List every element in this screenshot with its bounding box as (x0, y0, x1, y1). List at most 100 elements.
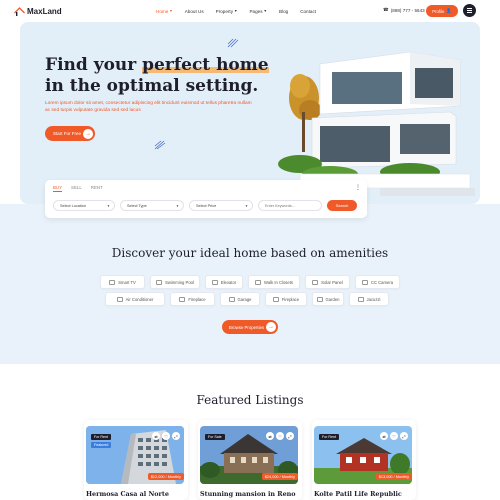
tab-buy[interactable]: BUY (53, 185, 63, 192)
compare-icon[interactable]: ⇄ (266, 432, 274, 440)
listing-card[interactable]: For Sale ⇄ ♡ ⤢ $24,000 / Monthly Stunning … (198, 420, 302, 500)
amenity-chip-cc-camera[interactable]: CC Camera (355, 275, 400, 289)
elevator-icon (211, 279, 218, 285)
decorative-stripes-icon (227, 38, 239, 48)
start-for-free-button[interactable]: Start For Free → (45, 126, 95, 141)
listing-title[interactable]: Stunning mansion in Reno (200, 490, 296, 498)
amenity-chip-walk-in-closets[interactable]: Walk In Closets (248, 275, 300, 289)
cta-label: Start For Free (53, 131, 82, 136)
tv-icon (109, 279, 116, 285)
listing-card[interactable]: For Rent ⇄ ♡ ⤢ $13,000 / Monthly Kolte Pat… (312, 420, 416, 500)
nav-label: Blog (278, 8, 289, 14)
menu-line (467, 8, 472, 10)
main-nav: Home ▼ About Us Property ▼ Pages ▼ Blog Con… (150, 0, 322, 22)
profile-button[interactable]: Profile 👤 (426, 5, 458, 17)
expand-icon[interactable]: ⤢ (286, 432, 294, 440)
keyword-input[interactable]: Enter Keywords... (258, 200, 322, 211)
decorative-plane-icon (154, 140, 166, 150)
browse-properties-button[interactable]: Browse Properties → (222, 320, 278, 334)
highlight-text: perfect home (142, 55, 269, 75)
amenity-chip-elevator[interactable]: Elevator (205, 275, 243, 289)
listing-price: $13,000 / Monthly (375, 473, 412, 480)
type-select[interactable]: Select Type ▼ (120, 200, 184, 211)
price-select[interactable]: Select Price ▼ (189, 200, 253, 211)
nav-blog[interactable]: Blog (273, 9, 294, 14)
location-select[interactable]: Select Location ▼ (53, 200, 115, 211)
property-search-card: BUY SELL RENT ⋮ Select Location ▼ Select … (45, 180, 367, 218)
hero-title: Find your perfect home in the optimal se… (45, 55, 285, 97)
browse-label: Browse Properties (229, 324, 265, 330)
logo-text: MaxLand (27, 6, 62, 16)
price-select-label: Select Price (196, 203, 217, 208)
chevron-down-icon: ▼ (176, 203, 179, 208)
nav-label: Property (215, 8, 234, 14)
amenities-title: Discover your ideal home based on amenit… (111, 246, 389, 260)
chip-label: Swimming Pool (165, 279, 194, 285)
nav-about[interactable]: About Us (179, 9, 210, 14)
status-badge: For Sale (205, 434, 225, 440)
garage-icon (228, 296, 235, 302)
chevron-down-icon: ▼ (245, 203, 248, 208)
card-actions: ⇄ ♡ ⤢ (152, 432, 180, 440)
compare-icon[interactable]: ⇄ (380, 432, 388, 440)
expand-icon[interactable]: ⤢ (172, 432, 180, 440)
heart-icon[interactable]: ♡ (276, 432, 284, 440)
card-actions: ⇄ ♡ ⤢ (266, 432, 294, 440)
hero-title-part2: in the optimal setting. (45, 76, 259, 96)
amenity-chip-jacuzzi[interactable]: Jacuzzi (349, 292, 389, 306)
expand-icon[interactable]: ⤢ (400, 432, 408, 440)
amenity-chip-fireplace[interactable]: Fireplace (170, 292, 215, 306)
heart-icon[interactable]: ♡ (390, 432, 398, 440)
listing-title[interactable]: Kolte Patil Life Republic (314, 490, 402, 498)
menu-line (467, 11, 472, 13)
chip-label: Solar Panel (321, 279, 343, 285)
chip-label: Air Conditioner (125, 296, 154, 302)
garden-icon (316, 296, 323, 302)
heart-icon[interactable]: ♡ (162, 432, 170, 440)
search-button[interactable]: Search (327, 200, 357, 211)
chevron-down-icon: ▼ (169, 9, 173, 13)
profile-label: Profile (432, 8, 445, 14)
hero-section: Find your perfect home in the optimal se… (20, 22, 480, 204)
keyword-placeholder: Enter Keywords... (265, 203, 295, 208)
user-icon: 👤 (446, 8, 452, 13)
featured-listings-title: Featured Listings (196, 393, 304, 407)
amenity-chip-garage[interactable]: Garage (220, 292, 260, 306)
logo[interactable]: MaxLand (14, 7, 62, 16)
search-tabs: BUY SELL RENT (53, 185, 103, 192)
amenity-chip-fireplace-2[interactable]: Fireplace (265, 292, 307, 306)
more-options-icon[interactable]: ⋮ (355, 184, 361, 191)
chip-label: Walk In Closets (264, 279, 293, 285)
card-actions: ⇄ ♡ ⤢ (380, 432, 408, 440)
chip-label: Elevator (220, 279, 237, 285)
listing-title[interactable]: Hermosa Casa al Norte (86, 490, 169, 498)
nav-pages[interactable]: Pages ▼ (243, 9, 273, 14)
modern-house-illustration (278, 51, 475, 196)
amenity-chip-air-conditioner[interactable]: Air Conditioner (105, 292, 165, 306)
tab-sell[interactable]: SELL (71, 185, 82, 192)
nav-property[interactable]: Property ▼ (210, 9, 244, 14)
chip-label: Fireplace (188, 296, 206, 302)
chip-label: Smart TV (118, 279, 136, 285)
amenity-chip-solar-panel[interactable]: Solar Panel (305, 275, 350, 289)
amenity-chip-garden[interactable]: Garden (312, 292, 344, 306)
compare-icon[interactable]: ⇄ (152, 432, 160, 440)
nav-label: Home (156, 8, 169, 14)
house-logo-icon (14, 6, 25, 16)
amenity-chip-smart-tv[interactable]: Smart TV (100, 275, 145, 289)
amenity-chip-swimming-pool[interactable]: Swimming Pool (150, 275, 200, 289)
tab-rent[interactable]: RENT (91, 185, 103, 192)
arrow-right-icon: → (83, 128, 93, 139)
phone-number[interactable]: ☎ (888) 777 - 5643 (383, 7, 425, 13)
chip-label: Fireplace (281, 296, 300, 302)
hero-title-part1: Find your (45, 55, 137, 75)
hamburger-menu-button[interactable] (463, 4, 476, 17)
fireplace-icon (179, 296, 186, 302)
nav-home[interactable]: Home ▼ (150, 9, 179, 14)
listing-card[interactable]: For Rent Featured ⇄ ♡ ⤢ $12,000 / Monthly … (84, 420, 188, 500)
chip-label: CC Camera (370, 279, 394, 285)
nav-contact[interactable]: Contact (294, 9, 322, 14)
type-select-label: Select Type (127, 203, 147, 208)
hero-title-highlight: perfect home (142, 55, 270, 76)
fireplace-icon (272, 296, 279, 302)
